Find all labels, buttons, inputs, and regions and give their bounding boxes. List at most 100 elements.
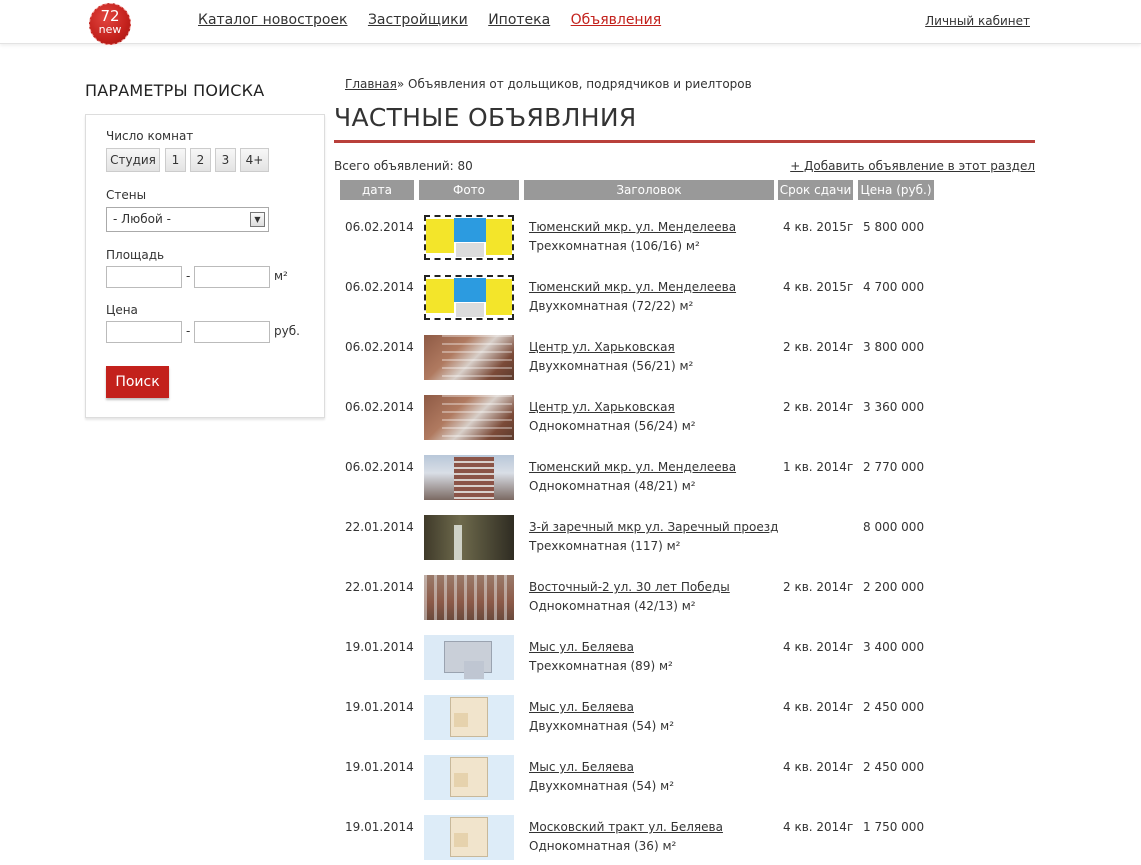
listing-price: 3 400 000 bbox=[863, 640, 925, 654]
listing-term: 2 кв. 2014г bbox=[783, 400, 854, 414]
listing-description: Двухкомнатная (54) м² bbox=[529, 719, 675, 733]
table-row: 19.01.2014 Мыс ул. Беляева Двухкомнатная (… bbox=[0, 685, 1141, 745]
listing-photo[interactable] bbox=[424, 395, 514, 440]
column-header-photo: Фото bbox=[419, 180, 519, 200]
room-4plus-button[interactable]: 4+ bbox=[240, 148, 269, 172]
listing-photo[interactable] bbox=[424, 815, 514, 860]
listing-date: 19.01.2014 bbox=[345, 820, 414, 834]
listing-date: 19.01.2014 bbox=[345, 640, 414, 654]
personal-cabinet-link[interactable]: Личный кабинет bbox=[925, 14, 1030, 28]
listing-price: 2 450 000 bbox=[863, 700, 925, 714]
table-row: 06.02.2014 Тюменский мкр. ул. Менделеева О… bbox=[0, 445, 1141, 505]
add-listing-link[interactable]: + Добавить объявление в этот раздел bbox=[790, 159, 1035, 173]
logo[interactable]: 72 new bbox=[89, 3, 133, 45]
listing-photo[interactable] bbox=[424, 215, 514, 260]
listing-photo[interactable] bbox=[424, 755, 514, 800]
table-row: 19.01.2014 Мыс ул. Беляева Двухкомнатная (… bbox=[0, 745, 1141, 805]
table-row: 22.01.2014 3-й заречный мкр ул. Заречный … bbox=[0, 505, 1141, 565]
column-header-date: дата bbox=[340, 180, 414, 200]
listing-photo[interactable] bbox=[424, 695, 514, 740]
listing-title-link[interactable]: Тюменский мкр. ул. Менделеева bbox=[529, 220, 736, 234]
listing-title-link[interactable]: Мыс ул. Беляева bbox=[529, 640, 634, 654]
column-header-title: Заголовок bbox=[524, 180, 774, 200]
search-params-title: ПАРАМЕТРЫ ПОИСКА bbox=[85, 81, 265, 100]
room-3-button[interactable]: 3 bbox=[215, 148, 236, 172]
listing-date: 06.02.2014 bbox=[345, 280, 414, 294]
table-row: 06.02.2014 Центр ул. Харьковская Однокомна… bbox=[0, 385, 1141, 445]
listing-description: Двухкомнатная (72/22) м² bbox=[529, 299, 694, 313]
table-row: 06.02.2014 Тюменский мкр. ул. Менделеева Т… bbox=[0, 205, 1141, 265]
title-rule bbox=[334, 140, 1035, 143]
listing-date: 19.01.2014 bbox=[345, 760, 414, 774]
listing-description: Однокомнатная (36) м² bbox=[529, 839, 677, 853]
table-row: 22.01.2014 Восточный-2 ул. 30 лет Победы О… bbox=[0, 565, 1141, 625]
listing-term: 2 кв. 2014г bbox=[783, 580, 854, 594]
nav-catalog[interactable]: Каталог новостроек bbox=[198, 12, 347, 28]
listing-price: 2 770 000 bbox=[863, 460, 925, 474]
breadcrumb: Главная» Объявления от дольщиков, подряд… bbox=[345, 77, 752, 91]
table-row: 19.01.2014 Московский тракт ул. Беляева Од… bbox=[0, 805, 1141, 865]
listing-title-link[interactable]: Центр ул. Харьковская bbox=[529, 340, 675, 354]
main-nav: Каталог новостроек Застройщики Ипотека О… bbox=[198, 12, 677, 28]
logo-number: 72 bbox=[100, 7, 120, 25]
listing-photo[interactable] bbox=[424, 515, 514, 560]
listing-title-link[interactable]: Мыс ул. Беляева bbox=[529, 700, 634, 714]
page-title: ЧАСТНЫЕ ОБЪЯВЛНИЯ bbox=[334, 103, 637, 132]
listing-description: Однокомнатная (48/21) м² bbox=[529, 479, 696, 493]
walls-label: Стены bbox=[106, 188, 147, 202]
listing-photo[interactable] bbox=[424, 275, 514, 320]
listing-description: Трехкомнатная (117) м² bbox=[529, 539, 681, 553]
breadcrumb-home[interactable]: Главная bbox=[345, 77, 397, 91]
listing-price: 5 800 000 bbox=[863, 220, 925, 234]
listing-title-link[interactable]: Восточный-2 ул. 30 лет Победы bbox=[529, 580, 730, 594]
room-studio-button[interactable]: Студия bbox=[106, 148, 160, 172]
column-header-term: Срок сдачи bbox=[778, 180, 853, 200]
listing-photo[interactable] bbox=[424, 335, 514, 380]
listing-title-link[interactable]: Тюменский мкр. ул. Менделеева bbox=[529, 460, 736, 474]
listing-price: 4 700 000 bbox=[863, 280, 925, 294]
listing-photo[interactable] bbox=[424, 575, 514, 620]
listing-price: 3 360 000 bbox=[863, 400, 925, 414]
listing-term: 4 кв. 2014г bbox=[783, 640, 854, 654]
listing-title-link[interactable]: Московский тракт ул. Беляева bbox=[529, 820, 723, 834]
room-2-button[interactable]: 2 bbox=[190, 148, 211, 172]
listing-date: 06.02.2014 bbox=[345, 460, 414, 474]
listing-price: 2 200 000 bbox=[863, 580, 925, 594]
listing-title-link[interactable]: Мыс ул. Беляева bbox=[529, 760, 634, 774]
listing-description: Трехкомнатная (106/16) м² bbox=[529, 239, 700, 253]
listing-price: 3 800 000 bbox=[863, 340, 925, 354]
listing-term: 4 кв. 2014г bbox=[783, 760, 854, 774]
listing-date: 06.02.2014 bbox=[345, 220, 414, 234]
listing-price: 2 450 000 bbox=[863, 760, 925, 774]
table-row: 06.02.2014 Центр ул. Харьковская Двухкомна… bbox=[0, 325, 1141, 385]
listing-title-link[interactable]: Тюменский мкр. ул. Менделеева bbox=[529, 280, 736, 294]
nav-listings[interactable]: Объявления bbox=[571, 12, 661, 28]
nav-developers[interactable]: Застройщики bbox=[368, 12, 468, 28]
listing-date: 19.01.2014 bbox=[345, 700, 414, 714]
column-header-price: Цена (руб.) bbox=[858, 180, 934, 200]
listing-description: Двухкомнатная (56/21) м² bbox=[529, 359, 694, 373]
listing-date: 22.01.2014 bbox=[345, 580, 414, 594]
room-1-button[interactable]: 1 bbox=[165, 148, 186, 172]
listing-term: 4 кв. 2015г bbox=[783, 220, 854, 234]
site-header: 72 new Каталог новостроек Застройщики Ип… bbox=[0, 0, 1141, 45]
listing-description: Трехкомнатная (89) м² bbox=[529, 659, 673, 673]
listing-description: Двухкомнатная (54) м² bbox=[529, 779, 675, 793]
listing-photo[interactable] bbox=[424, 635, 514, 680]
breadcrumb-current: » Объявления от дольщиков, подрядчиков и… bbox=[396, 77, 752, 91]
logo-word: new bbox=[98, 23, 122, 36]
listing-title-link[interactable]: 3-й заречный мкр ул. Заречный проезд bbox=[529, 520, 778, 534]
listing-photo[interactable] bbox=[424, 455, 514, 500]
listing-description: Однокомнатная (56/24) м² bbox=[529, 419, 696, 433]
listing-term: 4 кв. 2014г bbox=[783, 820, 854, 834]
total-count: Всего объявлений: 80 bbox=[334, 159, 473, 173]
table-row: 19.01.2014 Мыс ул. Беляева Трехкомнатная (… bbox=[0, 625, 1141, 685]
listing-date: 22.01.2014 bbox=[345, 520, 414, 534]
listing-price: 1 750 000 bbox=[863, 820, 925, 834]
listing-term: 2 кв. 2014г bbox=[783, 340, 854, 354]
listing-title-link[interactable]: Центр ул. Харьковская bbox=[529, 400, 675, 414]
rooms-label: Число комнат bbox=[106, 129, 194, 143]
listing-date: 06.02.2014 bbox=[345, 340, 414, 354]
nav-mortgage[interactable]: Ипотека bbox=[488, 12, 550, 28]
listing-term: 4 кв. 2015г bbox=[783, 280, 854, 294]
